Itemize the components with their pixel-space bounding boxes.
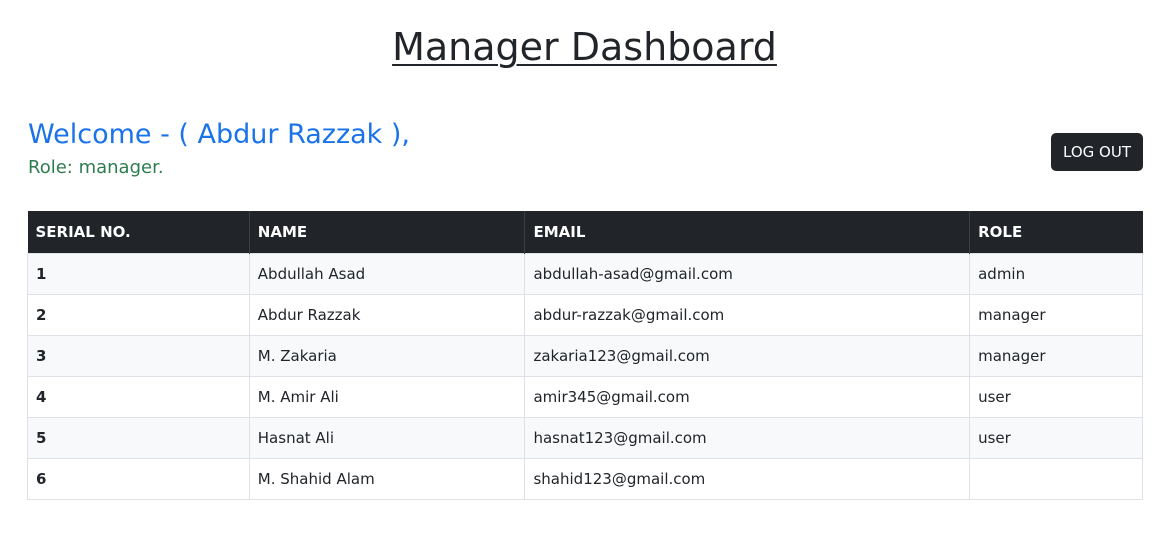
cell-serial: 6 xyxy=(27,457,250,500)
cell-email: amir345@gmail.com xyxy=(524,375,971,418)
cell-serial: 4 xyxy=(27,375,250,418)
users-table: SERIAL NO. NAME EMAIL ROLE 1 Abdullah As… xyxy=(27,211,1143,500)
table-body: 1 Abdullah Asad abdullah-asad@gmail.com … xyxy=(27,252,1143,500)
cell-role: user xyxy=(969,416,1143,459)
table-header-row: SERIAL NO. NAME EMAIL ROLE xyxy=(27,211,1143,253)
cell-role: manager xyxy=(969,334,1143,377)
cell-email: hasnat123@gmail.com xyxy=(524,416,971,459)
page-title: Manager Dashboard xyxy=(392,25,777,69)
cell-name: Abdullah Asad xyxy=(248,252,526,295)
cell-name: M. Amir Ali xyxy=(248,375,526,418)
logout-button[interactable]: LOG OUT xyxy=(1051,133,1143,171)
role-label: Role: manager. xyxy=(28,157,164,178)
cell-serial: 2 xyxy=(27,293,250,336)
table-row: 1 Abdullah Asad abdullah-asad@gmail.com … xyxy=(27,252,1143,295)
cell-name: M. Zakaria xyxy=(248,334,526,377)
cell-email: abdur-razzak@gmail.com xyxy=(524,293,971,336)
welcome-message: Welcome - ( Abdur Razzak ), xyxy=(28,119,411,150)
cell-role: admin xyxy=(969,252,1143,295)
header-role: ROLE xyxy=(969,211,1143,253)
cell-email: shahid123@gmail.com xyxy=(524,457,971,500)
cell-name: Abdur Razzak xyxy=(248,293,526,336)
cell-name: Hasnat Ali xyxy=(248,416,526,459)
table-header: SERIAL NO. NAME EMAIL ROLE xyxy=(27,211,1143,253)
table-row: 5 Hasnat Ali hasnat123@gmail.com user xyxy=(27,416,1143,459)
cell-role xyxy=(969,457,1143,500)
table-row: 3 M. Zakaria zakaria123@gmail.com manage… xyxy=(27,334,1143,377)
cell-role: manager xyxy=(969,293,1143,336)
table-row: 6 M. Shahid Alam shahid123@gmail.com xyxy=(27,457,1143,500)
cell-name: M. Shahid Alam xyxy=(248,457,526,500)
header-serial: SERIAL NO. xyxy=(27,211,250,253)
manager-dashboard-page: Manager Dashboard Welcome - ( Abdur Razz… xyxy=(0,0,1169,539)
cell-email: zakaria123@gmail.com xyxy=(524,334,971,377)
header-name: NAME xyxy=(249,211,526,253)
table-row: 4 M. Amir Ali amir345@gmail.com user xyxy=(27,375,1143,418)
cell-serial: 1 xyxy=(27,252,250,295)
header-email: EMAIL xyxy=(524,211,971,253)
cell-serial: 5 xyxy=(27,416,250,459)
cell-email: abdullah-asad@gmail.com xyxy=(524,252,971,295)
table-row: 2 Abdur Razzak abdur-razzak@gmail.com ma… xyxy=(27,293,1143,336)
cell-role: user xyxy=(969,375,1143,418)
cell-serial: 3 xyxy=(27,334,250,377)
